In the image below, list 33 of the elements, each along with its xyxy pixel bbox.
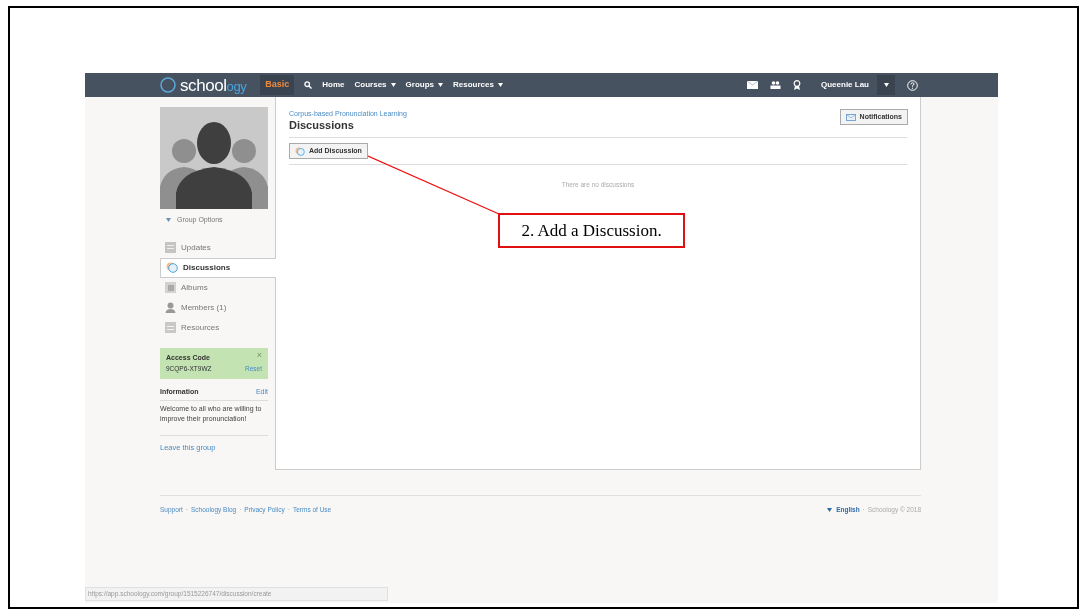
document-icon	[165, 322, 176, 333]
updates-icon	[165, 242, 176, 253]
nav-link[interactable]: Courses	[354, 79, 396, 91]
sidebar-item[interactable]: Members (1)	[160, 297, 275, 318]
people-icon[interactable]	[770, 81, 781, 89]
user-menu-button[interactable]	[877, 75, 895, 95]
caret-icon	[497, 83, 503, 87]
caret-icon	[827, 507, 833, 512]
caret-icon	[166, 218, 171, 223]
close-button[interactable]: ×	[256, 350, 262, 360]
logo[interactable]: schoology	[160, 76, 247, 94]
sidebar-item[interactable]: Updates	[160, 237, 275, 258]
nav-link[interactable]: Resources	[453, 79, 503, 91]
callout-label: 2. Add a Discussion.	[498, 213, 685, 248]
person-icon	[165, 302, 176, 313]
speech-bubbles-icon	[166, 262, 178, 273]
badge-icon[interactable]	[793, 80, 801, 90]
speech-bubbles-icon	[295, 146, 305, 156]
user-name[interactable]: Queenie Lau	[821, 79, 869, 91]
album-icon	[165, 282, 176, 293]
caret-icon	[438, 83, 443, 87]
basic-badge[interactable]: Basic	[260, 75, 295, 95]
envelope-icon	[845, 113, 856, 121]
nav-link[interactable]: Groups	[405, 79, 443, 91]
caret-icon	[390, 83, 396, 87]
help-icon[interactable]	[907, 79, 918, 91]
sidebar-item[interactable]: Albums	[160, 277, 275, 298]
search-icon[interactable]	[304, 81, 313, 89]
caret-icon	[883, 83, 889, 87]
sidebar-item[interactable]: Discussions	[160, 257, 276, 278]
sidebar-item[interactable]: Resources	[160, 317, 275, 338]
page-title: Discussions	[289, 118, 355, 132]
nav-link[interactable]: Home	[322, 79, 345, 91]
